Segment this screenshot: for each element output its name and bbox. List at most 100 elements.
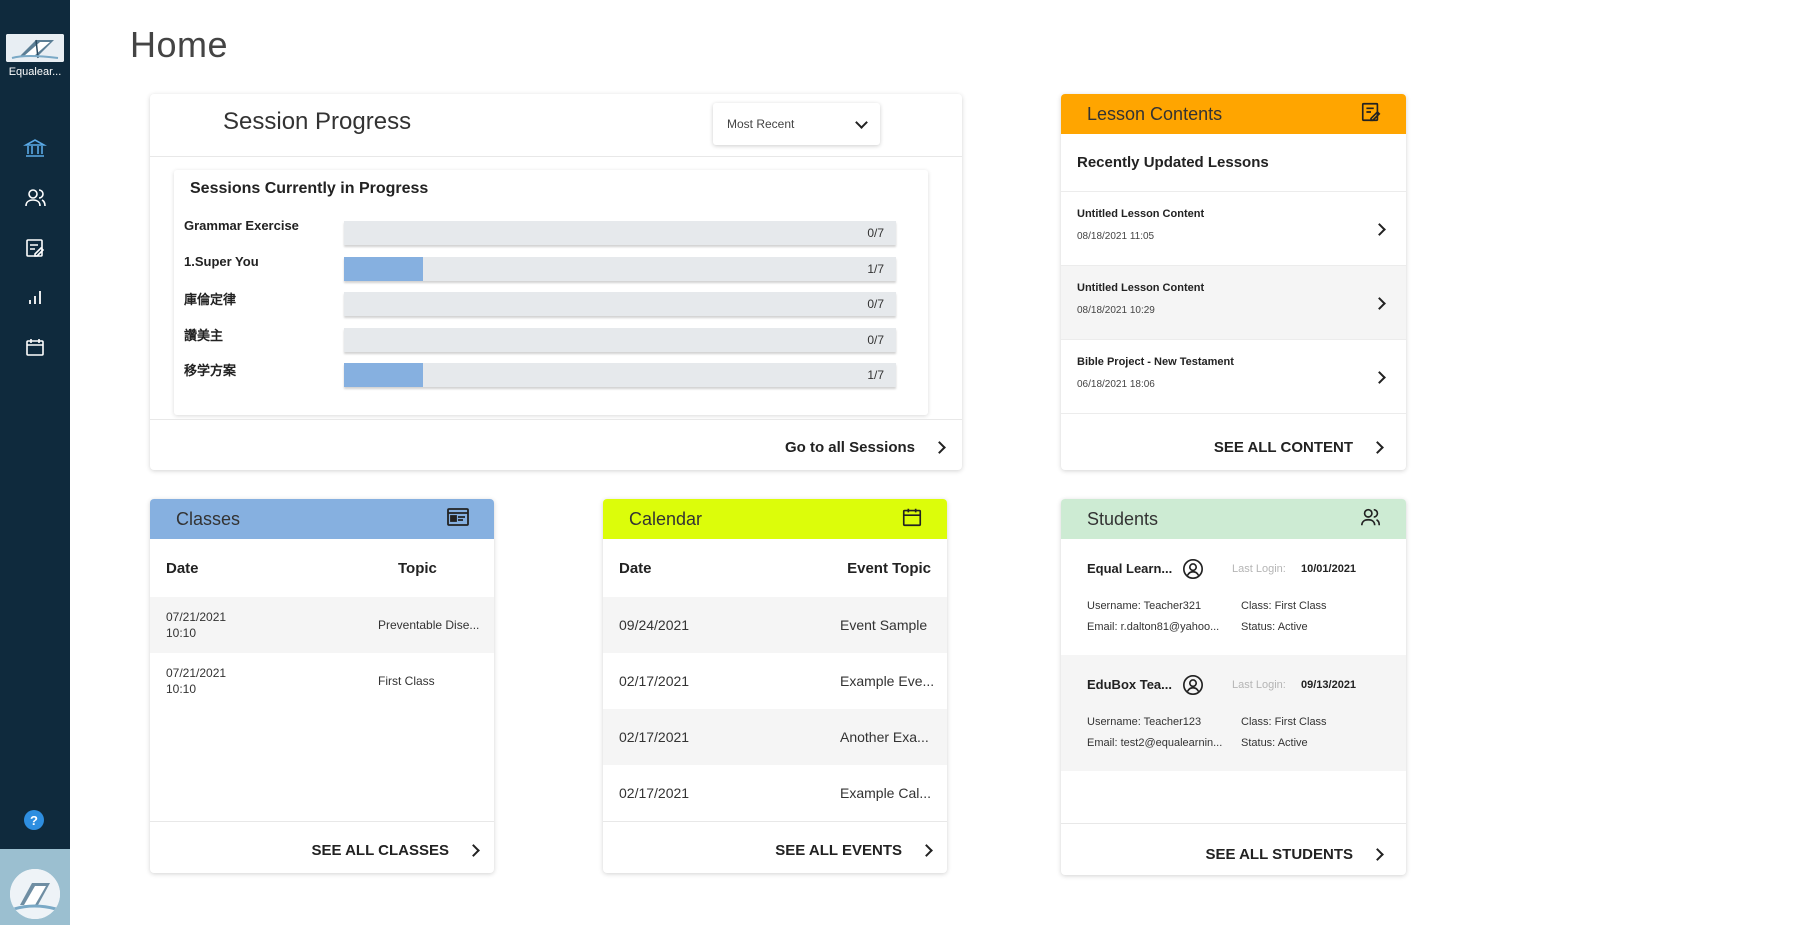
student-item[interactable]: EduBox Tea... Last Login: 09/13/2021 Use… bbox=[1061, 655, 1406, 771]
chevron-right-icon bbox=[467, 844, 480, 857]
session-row[interactable]: 1.Super You 1/7 bbox=[184, 254, 914, 281]
chevron-right-icon bbox=[1371, 848, 1384, 861]
session-name: 移学方案 bbox=[184, 363, 237, 378]
student-status: Status: Active bbox=[1241, 737, 1308, 749]
student-name: EduBox Tea... bbox=[1087, 677, 1172, 692]
users-icon[interactable] bbox=[1360, 506, 1382, 533]
see-all-events-label: SEE ALL EVENTS bbox=[775, 842, 902, 859]
see-all-events-link[interactable]: SEE ALL EVENTS bbox=[775, 842, 933, 859]
lesson-date: 08/18/2021 10:29 bbox=[1077, 305, 1155, 316]
table-row[interactable]: 07/21/2021 10:10 First Class bbox=[150, 653, 494, 709]
lesson-date: 06/18/2021 18:06 bbox=[1077, 379, 1155, 390]
divider bbox=[150, 156, 962, 157]
lesson-contents-card: Lesson Contents Recently Updated Lessons… bbox=[1061, 94, 1406, 470]
session-row[interactable]: 庫倫定律 0/7 bbox=[184, 289, 914, 316]
bar-chart-icon[interactable] bbox=[22, 284, 48, 310]
avatar[interactable] bbox=[10, 869, 60, 919]
event-topic: Event Sample bbox=[840, 617, 928, 633]
page-title: Home bbox=[130, 24, 229, 65]
edit-list-icon[interactable] bbox=[1360, 101, 1382, 128]
event-topic: Another Exa... bbox=[840, 729, 929, 745]
col-event-topic: Event Topic bbox=[847, 559, 931, 577]
classes-table-header: Date Topic bbox=[150, 539, 494, 597]
session-name: 讚美主 bbox=[184, 328, 224, 343]
chevron-right-icon bbox=[920, 844, 933, 857]
table-row[interactable]: 09/24/2021 Event Sample bbox=[603, 597, 947, 653]
divider bbox=[603, 821, 947, 822]
session-row[interactable]: Grammar Exercise 0/7 bbox=[184, 218, 914, 245]
student-email: Email: r.dalton81@yahoo... bbox=[1087, 621, 1220, 633]
event-date: 09/24/2021 bbox=[619, 617, 690, 633]
class-topic: Preventable Dise... bbox=[378, 618, 480, 632]
session-row[interactable]: 讚美主 0/7 bbox=[184, 325, 914, 352]
see-all-content-label: SEE ALL CONTENT bbox=[1213, 439, 1353, 456]
see-all-classes-label: SEE ALL CLASSES bbox=[311, 842, 449, 859]
event-date: 02/17/2021 bbox=[619, 673, 690, 689]
lesson-contents-title: Lesson Contents bbox=[1087, 103, 1223, 124]
sessions-in-progress-box: Sessions Currently in Progress Grammar E… bbox=[174, 170, 928, 415]
table-row[interactable]: 02/17/2021 Example Cal... bbox=[603, 765, 947, 821]
progress-bar: 0/7 bbox=[344, 292, 896, 316]
progress-bar: 0/7 bbox=[344, 328, 896, 352]
lesson-item[interactable]: Untitled Lesson Content 08/18/2021 10:29 bbox=[1061, 266, 1406, 340]
progress-bar: 1/7 bbox=[344, 363, 896, 387]
bank-icon[interactable] bbox=[22, 135, 48, 161]
classes-title: Classes bbox=[176, 508, 241, 529]
progress-fill bbox=[344, 363, 423, 387]
session-row[interactable]: 移学方案 1/7 bbox=[184, 360, 914, 387]
lesson-date: 08/18/2021 11:05 bbox=[1077, 231, 1155, 242]
col-topic: Topic bbox=[398, 559, 437, 577]
lesson-item[interactable]: Untitled Lesson Content 08/18/2021 11:05 bbox=[1061, 192, 1406, 266]
calendar-table-header: Date Event Topic bbox=[603, 539, 947, 597]
class-topic: First Class bbox=[378, 674, 435, 688]
event-date: 02/17/2021 bbox=[619, 729, 690, 745]
lesson-name: Bible Project - New Testament bbox=[1077, 356, 1234, 368]
sort-dropdown[interactable]: Most Recent bbox=[713, 103, 880, 145]
table-row[interactable]: 02/17/2021 Example Eve... bbox=[603, 653, 947, 709]
calendar-title: Calendar bbox=[629, 508, 703, 529]
class-date: 07/21/2021 10:10 bbox=[166, 666, 227, 696]
progress-count: 0/7 bbox=[867, 226, 884, 240]
go-to-all-sessions-label: Go to all Sessions bbox=[784, 439, 915, 456]
students-header: Students bbox=[1061, 499, 1406, 539]
last-login-date: 10/01/2021 bbox=[1301, 563, 1357, 575]
progress-count: 0/7 bbox=[867, 297, 884, 311]
user-circle-icon[interactable] bbox=[1182, 558, 1204, 585]
progress-count: 1/7 bbox=[867, 368, 884, 382]
table-row[interactable]: 02/17/2021 Another Exa... bbox=[603, 709, 947, 765]
session-progress-card: Session Progress Most Recent Sessions Cu… bbox=[150, 94, 962, 470]
progress-count: 1/7 bbox=[867, 262, 884, 276]
session-name: 1.Super You bbox=[184, 254, 259, 269]
brand-name: Equalear... bbox=[8, 66, 62, 78]
users-icon[interactable] bbox=[22, 185, 48, 211]
lesson-item[interactable]: Bible Project - New Testament 06/18/2021… bbox=[1061, 340, 1406, 414]
id-card-icon[interactable] bbox=[446, 506, 470, 533]
edit-list-icon[interactable] bbox=[22, 235, 48, 261]
last-login-label: Last Login: bbox=[1232, 563, 1286, 575]
calendar-icon[interactable] bbox=[901, 506, 923, 533]
see-all-classes-link[interactable]: SEE ALL CLASSES bbox=[311, 842, 480, 859]
lesson-name: Untitled Lesson Content bbox=[1077, 208, 1205, 220]
user-avatar-area[interactable] bbox=[0, 849, 70, 925]
student-username: Username: Teacher321 bbox=[1087, 600, 1202, 612]
last-login-label: Last Login: bbox=[1232, 679, 1286, 691]
table-row[interactable]: 07/21/2021 10:10 Preventable Dise... bbox=[150, 597, 494, 653]
student-name: Equal Learn... bbox=[1087, 561, 1173, 576]
see-all-students-link[interactable]: SEE ALL STUDENTS bbox=[1205, 846, 1384, 863]
calendar-card: Calendar Date Event Topic 09/24/2021 Eve… bbox=[603, 499, 947, 873]
student-item[interactable]: Equal Learn... Last Login: 10/01/2021 Us… bbox=[1061, 539, 1406, 655]
user-circle-icon[interactable] bbox=[1182, 674, 1204, 701]
help-icon[interactable]: ? bbox=[24, 810, 44, 830]
see-all-content-link[interactable]: SEE ALL CONTENT bbox=[1213, 439, 1384, 456]
students-title: Students bbox=[1087, 508, 1159, 529]
session-progress-title: Session Progress bbox=[223, 108, 412, 135]
last-login-date: 09/13/2021 bbox=[1301, 679, 1357, 691]
student-class: Class: First Class bbox=[1241, 716, 1327, 728]
progress-fill bbox=[344, 257, 423, 281]
logo-image[interactable] bbox=[6, 34, 64, 62]
lesson-name: Untitled Lesson Content bbox=[1077, 282, 1205, 294]
sessions-in-progress-title: Sessions Currently in Progress bbox=[190, 180, 429, 197]
chevron-right-icon bbox=[1371, 441, 1384, 454]
calendar-icon[interactable] bbox=[22, 334, 48, 360]
go-to-all-sessions-link[interactable]: Go to all Sessions bbox=[784, 439, 946, 456]
